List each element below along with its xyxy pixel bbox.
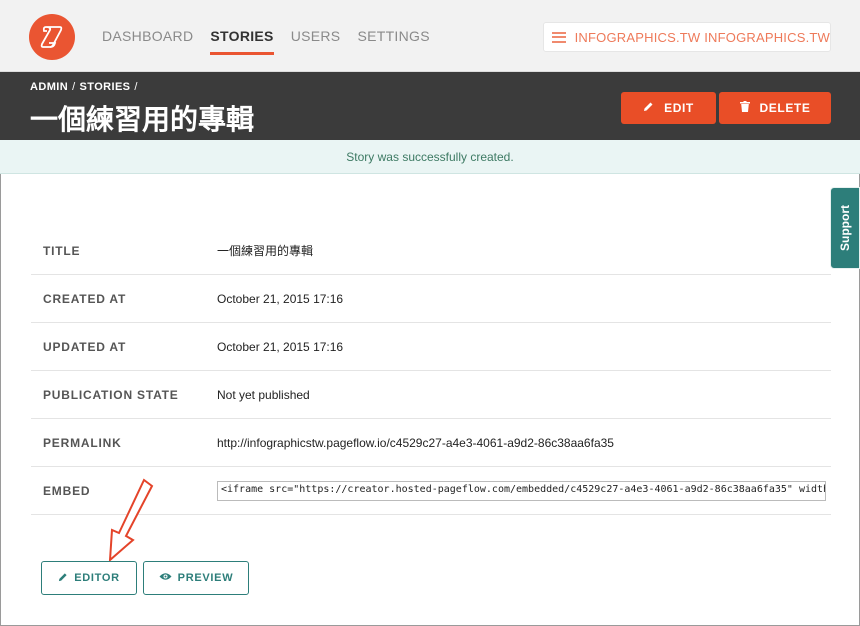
permalink-link[interactable]: http://infographicstw.pageflow.io/c4529c… (217, 436, 614, 450)
pageflow-logo[interactable] (29, 14, 75, 60)
support-tab[interactable]: Support (830, 187, 860, 269)
nav-users[interactable]: USERS (291, 28, 341, 55)
account-menu[interactable]: INFOGRAPHICS.TW INFOGRAPHICS.TW (543, 22, 831, 52)
breadcrumb-admin[interactable]: ADMIN (30, 81, 68, 93)
story-details-table: TITLE 一個練習用的專輯 CREATED AT October 21, 20… (31, 227, 831, 515)
detail-key: TITLE (43, 243, 81, 258)
detail-row-permalink: PERMALINK http://infographicstw.pageflow… (31, 419, 831, 467)
edit-button[interactable]: EDIT (621, 92, 716, 124)
detail-value: 一個練習用的專輯 (217, 244, 314, 258)
editor-button-label: EDITOR (74, 572, 120, 584)
eye-icon (159, 572, 172, 584)
editor-button[interactable]: EDITOR (41, 561, 137, 595)
detail-key: UPDATED AT (43, 339, 127, 354)
detail-row-created: CREATED AT October 21, 2015 17:16 (31, 275, 831, 323)
nav-settings[interactable]: SETTINGS (357, 28, 429, 55)
detail-key: PERMALINK (43, 435, 122, 450)
preview-button-label: PREVIEW (177, 572, 234, 584)
page-title: 一個練習用的專輯 (30, 103, 255, 136)
detail-key: CREATED AT (43, 291, 127, 306)
detail-row-updated: UPDATED AT October 21, 2015 17:16 (31, 323, 831, 371)
nav-dashboard[interactable]: DASHBOARD (102, 28, 193, 55)
support-label: Support (838, 205, 852, 251)
detail-value: Not yet published (217, 387, 310, 402)
breadcrumb: ADMIN / STORIES / (30, 81, 138, 93)
detail-key: PUBLICATION STATE (43, 387, 179, 402)
flash-message: Story was successfully created. (346, 149, 514, 164)
detail-row-publication: PUBLICATION STATE Not yet published (31, 371, 831, 419)
page-header: ADMIN / STORIES / 一個練習用的專輯 EDIT DELETE (0, 72, 860, 140)
pencil-icon (643, 101, 654, 115)
embed-code-field[interactable]: <iframe src="https://creator.hosted-page… (217, 480, 826, 501)
delete-button-label: DELETE (759, 101, 811, 115)
delete-button[interactable]: DELETE (719, 92, 831, 124)
flash-notice: Story was successfully created. (0, 140, 860, 174)
breadcrumb-stories[interactable]: STORIES (80, 81, 131, 93)
top-nav: DASHBOARD STORIES USERS SETTINGS INFOGRA… (0, 0, 860, 72)
detail-value: October 21, 2015 17:16 (217, 339, 344, 354)
pencil-icon (58, 572, 68, 585)
annotation-arrow (108, 478, 154, 563)
account-label: INFOGRAPHICS.TW INFOGRAPHICS.TW (574, 29, 830, 45)
edit-button-label: EDIT (664, 101, 694, 115)
hamburger-icon (552, 31, 566, 43)
nav-stories[interactable]: STORIES (210, 28, 274, 55)
scroll-icon (40, 26, 63, 48)
trash-icon (739, 101, 750, 115)
detail-row-title: TITLE 一個練習用的專輯 (31, 227, 831, 275)
preview-button[interactable]: PREVIEW (143, 561, 249, 595)
detail-value: October 21, 2015 17:16 (217, 291, 344, 306)
nav-links: DASHBOARD STORIES USERS SETTINGS (102, 28, 447, 55)
